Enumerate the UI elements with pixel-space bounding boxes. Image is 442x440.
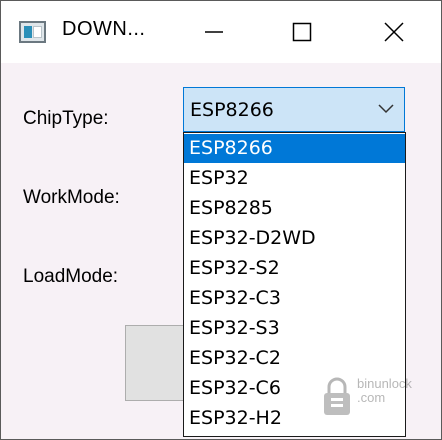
dropdown-option-esp32-c2[interactable]: ESP32-C2 bbox=[184, 344, 405, 373]
dropdown-option-esp32-c3[interactable]: ESP32-C3 bbox=[184, 284, 405, 313]
chevron-down-icon bbox=[378, 104, 394, 114]
app-icon-right-pane bbox=[33, 26, 42, 38]
watermark: binunlock .com bbox=[319, 373, 435, 423]
watermark-line-2: .com bbox=[357, 390, 386, 405]
watermark-text: binunlock .com bbox=[357, 377, 412, 405]
lock-icon bbox=[324, 377, 350, 415]
close-icon bbox=[384, 22, 404, 42]
dropdown-option-esp8266[interactable]: ESP8266 bbox=[184, 134, 405, 163]
load-mode-label: LoadMode: bbox=[23, 266, 119, 287]
minimize-button[interactable] bbox=[191, 1, 237, 63]
chip-type-selected-value: ESP8266 bbox=[190, 99, 274, 121]
chip-type-combobox[interactable]: ESP8266 bbox=[183, 87, 405, 132]
chip-type-label: ChipType: bbox=[23, 108, 109, 129]
dropdown-option-esp32-d2wd[interactable]: ESP32-D2WD bbox=[184, 224, 405, 253]
app-window: DOWN... ChipType: WorkMode: LoadMode: ES… bbox=[0, 0, 442, 440]
minimize-icon bbox=[205, 31, 223, 33]
dropdown-option-esp8285[interactable]: ESP8285 bbox=[184, 194, 405, 223]
close-button[interactable] bbox=[371, 1, 417, 63]
maximize-icon bbox=[292, 22, 312, 42]
dropdown-option-esp32[interactable]: ESP32 bbox=[184, 164, 405, 193]
watermark-line-1: binunlock bbox=[357, 376, 412, 391]
window-title: DOWN... bbox=[62, 18, 146, 40]
app-icon-left-pane bbox=[24, 26, 32, 38]
dropdown-option-esp32-s2[interactable]: ESP32-S2 bbox=[184, 254, 405, 283]
app-icon bbox=[19, 21, 46, 43]
work-mode-label: WorkMode: bbox=[23, 187, 120, 208]
dropdown-option-esp32-s3[interactable]: ESP32-S3 bbox=[184, 314, 405, 343]
title-bar[interactable]: DOWN... bbox=[1, 1, 441, 63]
maximize-button[interactable] bbox=[279, 1, 325, 63]
